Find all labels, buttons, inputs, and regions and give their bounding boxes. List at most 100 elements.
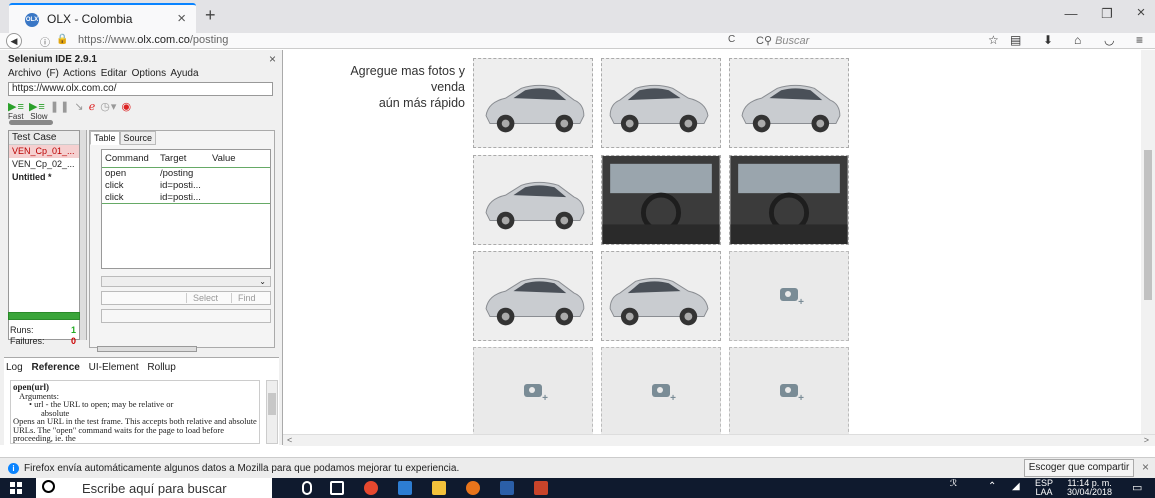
- word-icon[interactable]: [500, 481, 514, 495]
- add-photo-slot[interactable]: [473, 347, 593, 437]
- photo-thumbnail[interactable]: [729, 58, 849, 148]
- tab-table[interactable]: Table: [90, 131, 120, 145]
- rollup-icon[interactable]: ℯ: [89, 101, 97, 113]
- taskbar-search[interactable]: Escribe aquí para buscar: [36, 478, 272, 498]
- add-photo-slot[interactable]: [601, 347, 721, 437]
- menu-ayuda[interactable]: Ayuda: [170, 68, 198, 79]
- photo-thumbnail[interactable]: [601, 155, 721, 245]
- minimize-icon[interactable]: —: [1056, 6, 1086, 21]
- table-row[interactable]: click id=posti...: [102, 180, 270, 192]
- photo-thumbnail[interactable]: [473, 155, 593, 245]
- notification-text: Firefox envía automáticamente algunos da…: [24, 463, 460, 474]
- selenium-ide-panel: Selenium IDE 2.9.1 × Archivo (F) Actions…: [0, 50, 283, 445]
- notifications-icon[interactable]: ▭: [1132, 481, 1142, 494]
- show-hidden-icons-icon[interactable]: ⌃: [988, 481, 996, 492]
- run-progress-bar: [8, 312, 80, 320]
- reference-scrollbar[interactable]: [266, 380, 278, 444]
- value-input[interactable]: [101, 309, 271, 323]
- home-icon[interactable]: ⌂: [1074, 33, 1081, 47]
- menu-editar[interactable]: Editar: [101, 68, 127, 79]
- add-photo-slot[interactable]: [729, 347, 849, 437]
- scroll-thumb[interactable]: [268, 393, 276, 415]
- heading-line: aún más rápido: [378, 96, 465, 110]
- url-bar[interactable]: https://www.olx.com.co/posting: [78, 34, 228, 46]
- step-icon[interactable]: ↘: [74, 101, 84, 113]
- target-cell: id=posti...: [160, 192, 201, 203]
- speed-slider[interactable]: [9, 120, 53, 125]
- new-tab-icon[interactable]: +: [205, 5, 216, 26]
- base-url-input[interactable]: https://www.olx.com.co/: [8, 82, 273, 96]
- scroll-right-icon[interactable]: >: [1144, 435, 1149, 445]
- add-photo-slot[interactable]: [729, 251, 849, 341]
- menu-icon[interactable]: ≡: [1136, 33, 1143, 47]
- menu-options[interactable]: Options: [132, 68, 166, 79]
- schedule-icon[interactable]: ◷▾: [100, 101, 117, 113]
- horizontal-splitter[interactable]: [97, 346, 197, 352]
- tab-source[interactable]: Source: [119, 131, 157, 145]
- table-header-row: Command Target Value: [102, 150, 270, 168]
- testcase-item[interactable]: Untitled *: [9, 171, 79, 184]
- search-input[interactable]: C⚲ Buscar: [756, 34, 976, 48]
- photo-thumbnail[interactable]: [473, 251, 593, 341]
- find-button[interactable]: Find: [231, 293, 262, 303]
- table-row[interactable]: click id=posti...: [102, 192, 270, 204]
- powerpoint-icon[interactable]: [534, 481, 548, 495]
- tab-close-icon[interactable]: ×: [177, 10, 186, 27]
- maximize-icon[interactable]: ❐: [1092, 6, 1122, 22]
- pause-icon[interactable]: ❚❚: [50, 101, 70, 113]
- clock[interactable]: 11:14 p. m. 30/04/2018: [1067, 479, 1112, 497]
- scroll-thumb[interactable]: [1144, 150, 1152, 300]
- menu-archivo[interactable]: Archivo (F): [8, 68, 59, 79]
- ide-close-icon[interactable]: ×: [269, 52, 276, 66]
- testcase-item[interactable]: VEN_Cp_01_...: [9, 145, 79, 158]
- browser-tab[interactable]: OLX OLX - Colombia ×: [9, 3, 196, 33]
- failures-value: 0: [70, 336, 76, 346]
- reference-pane: Log Reference UI-Element Rollup open(url…: [4, 357, 279, 445]
- testcase-item[interactable]: VEN_Cp_02_...: [9, 158, 79, 171]
- store-icon[interactable]: [398, 481, 412, 495]
- photo-thumbnail[interactable]: [729, 155, 849, 245]
- lock-icon[interactable]: 🔒: [56, 34, 68, 45]
- input-language[interactable]: ESP LAA: [1035, 479, 1053, 497]
- chrome-icon[interactable]: [364, 481, 378, 495]
- scroll-left-icon[interactable]: <: [287, 435, 292, 445]
- reading-list-icon[interactable]: ▤: [1010, 33, 1021, 47]
- page-vertical-scrollbar[interactable]: [1141, 50, 1155, 435]
- table-row[interactable]: open /posting: [102, 168, 270, 180]
- tab-ui-element[interactable]: UI-Element: [89, 362, 139, 373]
- windows-start-icon[interactable]: [10, 482, 22, 494]
- select-button[interactable]: Select: [186, 293, 224, 303]
- vertical-splitter[interactable]: [80, 130, 87, 340]
- photo-thumbnail[interactable]: [601, 58, 721, 148]
- ide-menu: Archivo (F) Actions Editar Options Ayuda: [8, 68, 199, 79]
- page-horizontal-scrollbar[interactable]: < >: [283, 434, 1155, 446]
- photo-thumbnail[interactable]: [601, 251, 721, 341]
- tab-log[interactable]: Log: [6, 362, 23, 373]
- window-close-icon[interactable]: ×: [1126, 4, 1155, 21]
- menu-actions[interactable]: Actions: [63, 68, 96, 79]
- notification-close-icon[interactable]: ×: [1142, 460, 1149, 474]
- task-view-icon[interactable]: [330, 481, 344, 495]
- people-icon[interactable]: ℛ: [950, 478, 957, 488]
- bookmark-star-icon[interactable]: ☆: [988, 33, 999, 47]
- record-icon[interactable]: ◉: [121, 101, 132, 113]
- microphone-icon[interactable]: [302, 481, 312, 495]
- network-icon[interactable]: ◢: [1012, 481, 1020, 492]
- target-cell: id=posti...: [160, 180, 201, 191]
- info-icon[interactable]: ⓘ: [40, 34, 50, 49]
- tab-rollup[interactable]: Rollup: [147, 362, 175, 373]
- reload-icon[interactable]: C: [728, 34, 735, 45]
- add-photo-camera-icon: [652, 384, 676, 404]
- tab-reference[interactable]: Reference: [31, 362, 79, 373]
- notification-bar: i Firefox envía automáticamente algunos …: [0, 457, 1155, 478]
- pocket-icon[interactable]: ◡: [1104, 33, 1114, 47]
- command-dropdown[interactable]: ⌄: [101, 276, 271, 287]
- olx-favicon-icon: OLX: [25, 13, 39, 27]
- choose-share-button[interactable]: Escoger que compartir: [1024, 459, 1134, 477]
- back-icon[interactable]: ◀: [6, 33, 22, 49]
- file-explorer-icon[interactable]: [432, 481, 446, 495]
- firefox-icon[interactable]: [466, 481, 480, 495]
- photo-thumbnail[interactable]: [473, 58, 593, 148]
- add-photo-camera-icon: [780, 384, 804, 404]
- download-icon[interactable]: ⬇: [1043, 33, 1053, 47]
